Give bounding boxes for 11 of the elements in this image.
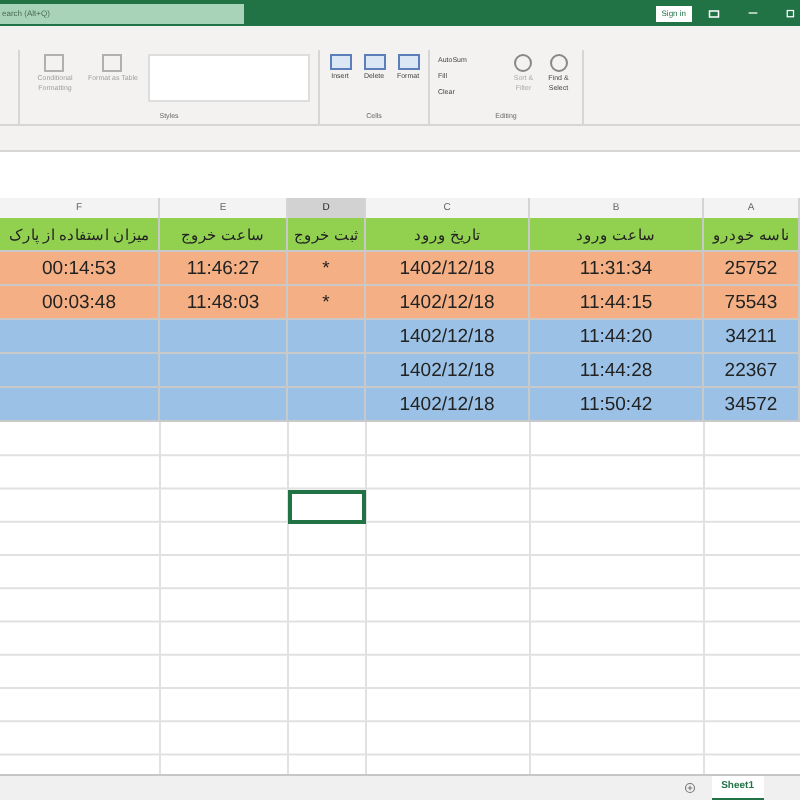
table-cell: 34572 <box>704 388 800 422</box>
ribbon-display-icon <box>708 7 720 19</box>
table-cell <box>288 388 366 422</box>
restore-icon <box>786 8 796 18</box>
table-cell <box>160 388 288 422</box>
styles-gallery[interactable] <box>147 54 310 102</box>
table-cell: 11:50:42 <box>530 388 704 422</box>
table-cell: 1402/12/18 <box>366 388 530 422</box>
selected-cell[interactable] <box>288 490 366 524</box>
add-sheet-icon <box>683 782 696 794</box>
formula-bar[interactable] <box>0 150 800 198</box>
